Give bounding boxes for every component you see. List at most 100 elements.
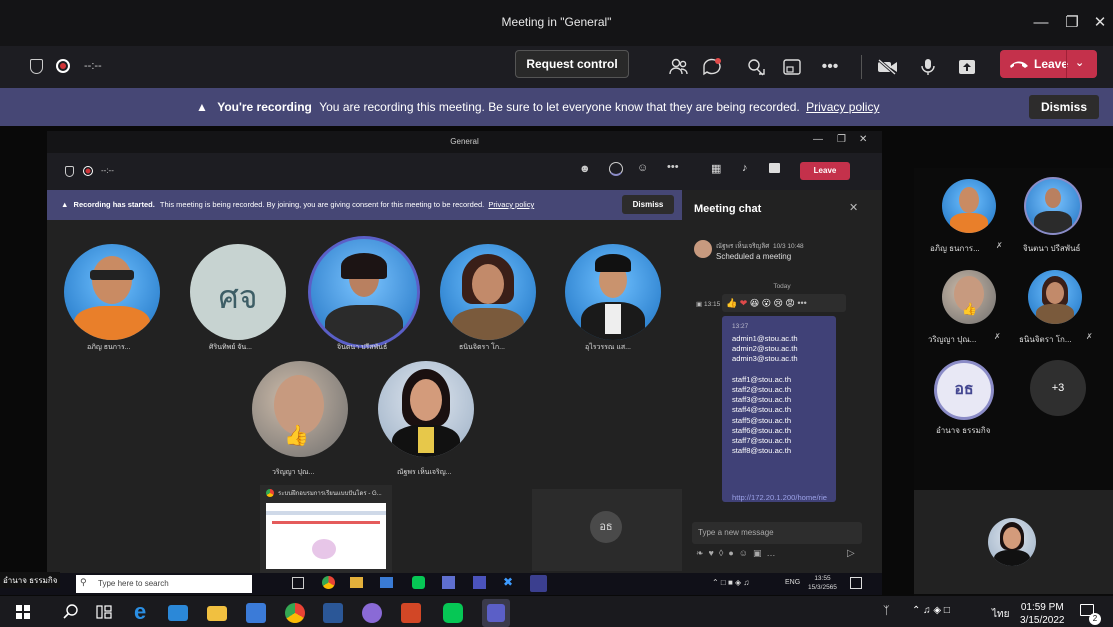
initials-text: ศจ xyxy=(218,279,258,315)
powerpoint-icon[interactable] xyxy=(401,603,421,623)
inner-share-icon xyxy=(769,163,780,173)
right-participant-avatar: 👍 xyxy=(942,270,996,324)
message-link: http://172.20.1.200/home/rie xyxy=(732,493,827,502)
message-line: staff5@stou.ac.th xyxy=(732,415,792,425)
inner-search-box: ⚲ Type here to search xyxy=(76,575,252,593)
message-line: staff8@stou.ac.th xyxy=(732,446,792,456)
inner-dismiss-button: Dismiss xyxy=(622,195,674,214)
reaction-bar: 👍 ❤ 😆 😮 😢 😡 ••• xyxy=(722,294,846,312)
inner-leave-label: Leave xyxy=(813,166,837,175)
system-message: Scheduled a meeting xyxy=(716,252,792,261)
inner-search-icon: ⚲ xyxy=(80,577,87,587)
mic-off-icon: ✗ xyxy=(996,241,1003,250)
self-avatar xyxy=(988,518,1036,566)
message-time: 13:27 xyxy=(732,323,749,330)
title-bar: Meeting in "General" — ❐ ✕ xyxy=(0,0,1113,46)
meeting-chat-panel: Meeting chat ✕ ณัฐพร เห็นเจริญลิศ 10/3 1… xyxy=(682,190,882,592)
inner-people-icon: ☻ xyxy=(579,163,591,175)
task-view-icon[interactable] xyxy=(96,604,112,620)
chat-title: Meeting chat xyxy=(694,203,762,215)
word-icon[interactable] xyxy=(323,603,343,623)
inner-leave-button: Leave xyxy=(800,162,850,180)
camera-off-icon[interactable] xyxy=(873,52,903,82)
more-options-icon[interactable]: ••• xyxy=(815,52,845,82)
share-screen-icon[interactable] xyxy=(952,52,982,82)
message-line: admin2@stou.ac.th xyxy=(732,344,798,354)
call-time-text: 13:15 xyxy=(703,301,721,308)
banner-text: You are recording this meeting. Be sure … xyxy=(319,100,800,114)
inner-camera-off-icon: ▦ xyxy=(711,163,722,175)
inner-taskbar: อำนาจ ธรรมกิจ ⚲ Type here to search ✖ ⌃ … xyxy=(0,572,882,595)
line-icon xyxy=(412,576,425,589)
dismiss-button[interactable]: Dismiss xyxy=(1029,95,1099,119)
compose-tools-icons: ❧♥◊●☺▣… xyxy=(696,548,781,558)
right-participant-name: ธนินจิตรา โก... xyxy=(1019,335,1072,344)
message-line: admin3@stou.ac.th xyxy=(732,354,798,364)
inner-clock: 13:55 15/3/2565 xyxy=(808,574,837,592)
store-icon[interactable] xyxy=(246,603,266,623)
inner-reactions-icon: ☺ xyxy=(637,162,649,174)
message-line: staff4@stou.ac.th xyxy=(732,405,792,415)
thumbs-up-icon: 👍 xyxy=(284,425,309,447)
small-tile: อธ xyxy=(532,489,682,571)
teams-active-icon xyxy=(530,575,547,592)
share-title: ระบบฝึกอบรมการเรียนแบบปันโดร - G... xyxy=(278,491,382,497)
message-line xyxy=(732,365,798,375)
language-indicator[interactable]: ไทย xyxy=(992,607,1009,622)
share-preview: ระบบฝึกอบรมการเรียนแบบปันโดร - G... xyxy=(260,485,392,573)
people-tray-icon[interactable]: ᛉ xyxy=(883,605,890,617)
privacy-policy-link[interactable]: Privacy policy xyxy=(806,100,879,114)
inner-banner-message: ▲ Recording has started. This meeting is… xyxy=(61,200,534,209)
participant-avatar: 👍 xyxy=(252,361,348,457)
participant-name: ธนินจิตรา โก... xyxy=(459,344,505,351)
phone-hangup-icon xyxy=(1010,61,1028,68)
paint-icon[interactable] xyxy=(362,603,382,623)
inner-minimize-icon: — xyxy=(813,134,823,145)
message-line: staff1@stou.ac.th xyxy=(732,374,792,384)
minimize-button[interactable]: — xyxy=(1024,8,1058,38)
edge-icon[interactable]: e xyxy=(134,599,146,625)
inner-mic-icon: ♪ xyxy=(742,162,748,174)
right-participant-avatar xyxy=(942,179,996,233)
search-icon[interactable] xyxy=(63,604,79,620)
participant-name: ศิรินทิพย์ จัน... xyxy=(209,344,252,351)
inner-more-icon: ••• xyxy=(667,161,679,173)
chrome-icon[interactable] xyxy=(285,603,305,623)
participant-name: อภิญ ธนการ... xyxy=(87,344,131,351)
inner-warning-icon: ▲ xyxy=(61,200,69,209)
teams-app-icon[interactable] xyxy=(482,599,510,627)
mail-icon[interactable] xyxy=(168,605,188,621)
message-line: staff6@stou.ac.th xyxy=(732,425,792,435)
microphone-icon[interactable] xyxy=(913,52,943,82)
more-participants-button[interactable]: +3 xyxy=(1030,360,1086,416)
active-speaker-avatar xyxy=(308,236,420,348)
inner-banner-text: This meeting is being recorded. By joini… xyxy=(159,200,485,209)
recording-dot-icon xyxy=(56,59,70,73)
inner-timer: --:-- xyxy=(101,166,114,175)
leave-button[interactable]: Leave ⌄ xyxy=(1000,50,1097,78)
shield-icon xyxy=(30,59,43,74)
mic-off-icon: ✗ xyxy=(1086,332,1093,341)
tray-icons[interactable]: ⌃ ♫ ◈ □ xyxy=(912,605,950,616)
inner-recording-icon xyxy=(83,166,93,176)
people-icon[interactable] xyxy=(664,52,694,82)
folder-icon xyxy=(350,577,363,588)
inner-search-placeholder: Type here to search xyxy=(98,579,169,588)
rooms-icon[interactable] xyxy=(777,52,807,82)
close-button[interactable]: ✕ xyxy=(1083,8,1113,38)
right-participant-name: จินตนา ปรีสพันธ์ xyxy=(1023,244,1081,253)
chat-icon[interactable] xyxy=(697,52,727,82)
windows-start-icon[interactable] xyxy=(16,605,30,619)
request-control-button[interactable]: Request control xyxy=(515,50,629,78)
line-app-icon[interactable] xyxy=(443,603,463,623)
file-explorer-icon[interactable] xyxy=(207,606,227,621)
inner-date: 15/3/2565 xyxy=(808,584,837,591)
inner-close-icon: ✕ xyxy=(859,134,868,145)
chevron-down-icon[interactable]: ⌄ xyxy=(1075,56,1084,69)
app-icon xyxy=(442,576,455,589)
banner-title: You're recording xyxy=(217,100,312,114)
app-icon xyxy=(380,577,393,588)
reactions-icon[interactable] xyxy=(742,52,772,82)
right-participant-avatar xyxy=(1028,270,1082,324)
clock[interactable]: 01:59 PM 3/15/2022 xyxy=(1020,601,1065,627)
